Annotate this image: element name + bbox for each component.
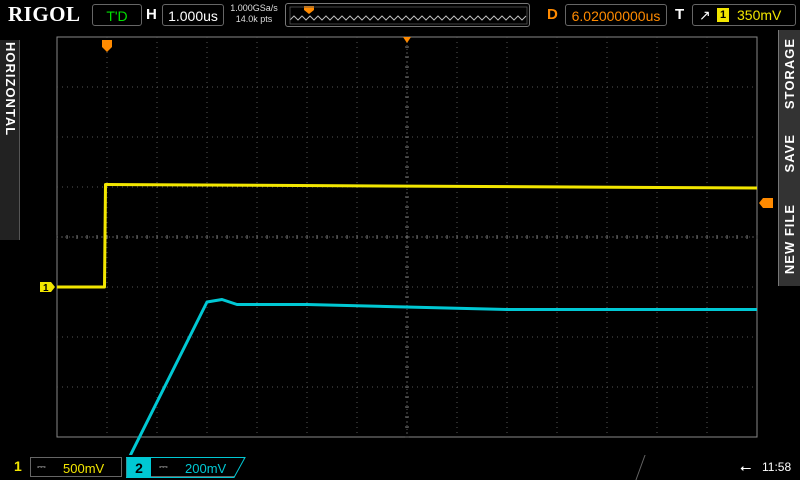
graticule-border <box>56 36 758 438</box>
clock: 11:58 <box>762 460 792 474</box>
horizontal-menu-tab[interactable]: HORIZONTAL <box>0 40 20 240</box>
acquisition-info: 1.000GSa/s 14.0k pts <box>228 3 280 25</box>
sample-rate: 1.000GSa/s <box>230 3 278 13</box>
bottom-separator <box>635 455 660 480</box>
trigger-level: 350mV <box>737 7 782 23</box>
ch1-trace <box>57 183 758 289</box>
trigger-level-shape <box>759 198 773 208</box>
ch1-scale-box[interactable]: ⎓ 500mV <box>30 457 122 477</box>
ch1-number[interactable]: 1 <box>14 458 22 474</box>
save-label[interactable]: SAVE <box>782 134 797 172</box>
ch2-trace <box>116 298 757 480</box>
delay-center-marker <box>403 37 411 43</box>
storage-menu-panel[interactable]: STORAGE SAVE NEW FILE <box>778 30 800 286</box>
memory-depth: 14.0k pts <box>235 14 273 24</box>
trigger-position-marker <box>102 40 112 52</box>
trigger-source: 1 <box>717 8 729 22</box>
timebase-value[interactable]: 1.000us <box>162 4 224 26</box>
trigger-settings[interactable]: ↗ 1 350mV <box>692 4 796 26</box>
ch1-scale: 500mV <box>63 461 105 476</box>
trigger-position-shape <box>102 40 112 52</box>
rising-edge-icon: ↗ <box>699 7 711 23</box>
channel-marker-label: 1 <box>43 283 49 294</box>
channel-marker-shape <box>40 282 55 292</box>
delay-key: D <box>547 6 558 23</box>
run-state-indicator[interactable]: T'D <box>92 4 142 26</box>
trigger-level-marker <box>759 198 773 208</box>
horizontal-key: H <box>146 6 157 23</box>
trigger-key: T <box>675 6 685 23</box>
horizontal-label: HORIZONTAL <box>3 42 18 137</box>
markers: 12 <box>40 37 773 294</box>
new-file-label[interactable]: NEW FILE <box>782 204 797 274</box>
waveform-display: 12 <box>40 36 773 480</box>
memory-overview <box>285 3 530 27</box>
memory-waveform-icon <box>289 6 528 25</box>
ch1-coupling-icon: ⎓ <box>37 461 46 473</box>
traces <box>57 183 758 480</box>
ch2-box-outline <box>126 457 246 478</box>
usb-icon: ⭠ <box>740 459 752 475</box>
storage-label[interactable]: STORAGE <box>782 38 797 109</box>
graticule <box>56 36 758 438</box>
delay-value[interactable]: 6.02000000us <box>565 4 667 26</box>
brand-logo: RIGOL <box>8 2 81 26</box>
status-bar: RIGOL T'D H 1.000us 1.000GSa/s 14.0k pts… <box>0 0 800 30</box>
channel-bar: 1 ⎓ 500mV 2 ⎓ 200mV ⭠ 11:58 <box>0 455 800 480</box>
ch1-ground-marker: 1 <box>40 282 55 294</box>
